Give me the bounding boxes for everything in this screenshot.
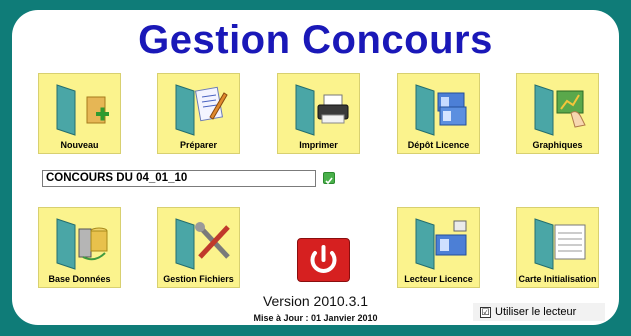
nouveau-button[interactable]: Nouveau (38, 73, 121, 154)
new-folder-icon (56, 84, 109, 136)
tile-label: Base Données (48, 274, 111, 284)
license-deposit-icon (415, 84, 467, 136)
preparer-button[interactable]: Préparer (157, 73, 240, 154)
tools-icon (175, 218, 230, 270)
concours-valid-check-icon[interactable] (323, 172, 335, 185)
carte-initialisation-button[interactable]: Carte Initialisation (516, 207, 599, 288)
tile-label: Dépôt Licence (407, 140, 470, 150)
lecteur-licence-button[interactable]: Lecteur Licence (397, 207, 480, 288)
quit-button[interactable] (297, 238, 350, 282)
app-title: Gestion Concours (138, 18, 493, 62)
license-reader-icon (415, 218, 467, 270)
tile-label: Préparer (179, 140, 218, 150)
graphiques-button[interactable]: Graphiques (516, 73, 599, 154)
printer-icon (295, 84, 349, 136)
concours-name-field[interactable]: CONCOURS DU 04_01_10 (42, 170, 316, 187)
checkbox-label: Utiliser le lecteur (495, 306, 577, 318)
use-reader-checkbox[interactable]: ☑ Utiliser le lecteur (473, 303, 605, 321)
tile-label: Nouveau (60, 140, 99, 150)
tile-label: Graphiques (532, 140, 583, 150)
depot-licence-button[interactable]: Dépôt Licence (397, 73, 480, 154)
database-icon (56, 218, 108, 270)
tile-label: Lecteur Licence (404, 274, 473, 284)
checkbox-icon[interactable]: ☑ (480, 307, 491, 318)
tile-label: Gestion Fichiers (163, 274, 234, 284)
init-card-icon (534, 218, 586, 270)
imprimer-button[interactable]: Imprimer (277, 73, 360, 154)
power-icon (310, 245, 337, 273)
prepare-icon (175, 84, 228, 136)
tile-label: Imprimer (299, 140, 338, 150)
charts-icon (534, 84, 586, 136)
gestion-fichiers-button[interactable]: Gestion Fichiers (157, 207, 240, 288)
base-donnees-button[interactable]: Base Données (38, 207, 121, 288)
tile-label: Carte Initialisation (518, 274, 597, 284)
